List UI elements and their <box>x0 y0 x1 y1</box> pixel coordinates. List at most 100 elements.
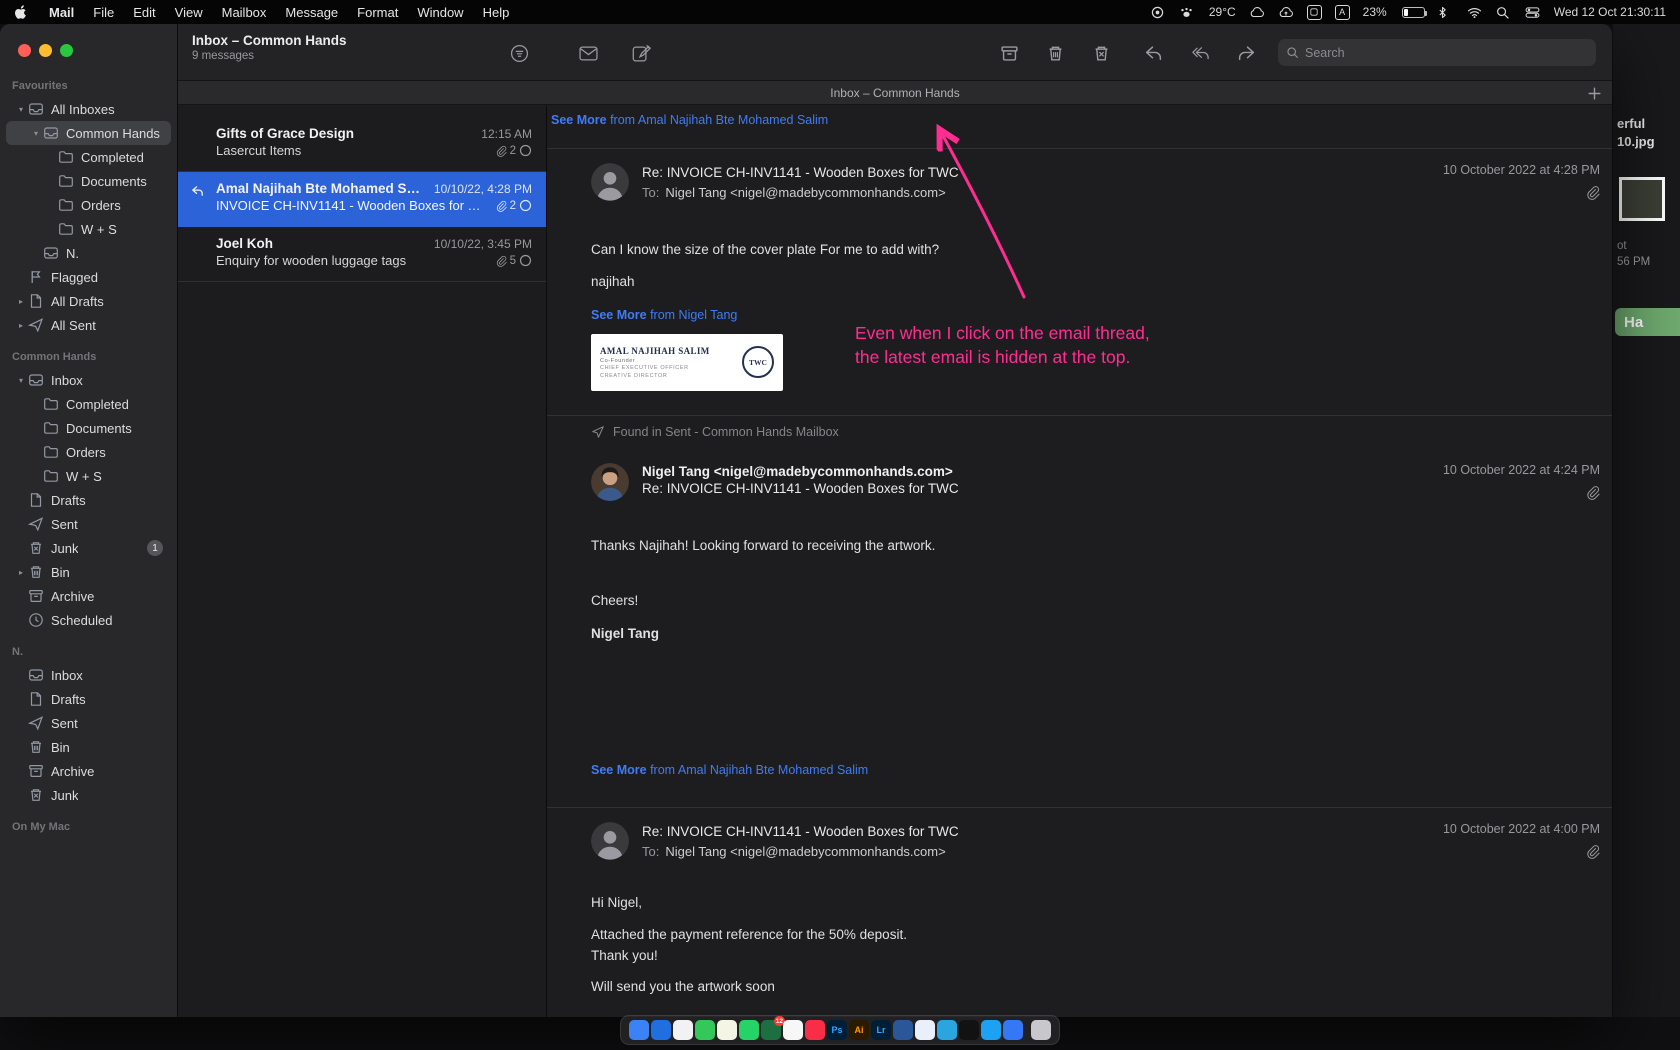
dock-mail-icon[interactable] <box>651 1020 671 1040</box>
input-source-icon[interactable]: A <box>1334 4 1350 20</box>
sidebar-item-drafts[interactable]: Drafts <box>6 488 171 512</box>
spotlight-search-icon[interactable] <box>1496 5 1512 19</box>
sidebar-item-bin[interactable]: Bin <box>6 735 171 759</box>
menu-window[interactable]: Window <box>417 5 463 20</box>
email-signature-image[interactable]: AMAL NAJIHAH SALIM Co-Founder Chief Exec… <box>591 333 783 391</box>
dock-excel-icon[interactable]: 12 <box>761 1016 785 1040</box>
cloud-status-icon[interactable] <box>1249 5 1265 19</box>
menu-mailbox[interactable]: Mailbox <box>222 5 267 20</box>
disclosure-chevron-icon[interactable]: ▸ <box>14 321 28 330</box>
message-item-amal-najihah-bte-mohamed-salim[interactable]: Amal Najihah Bte Mohamed Salim 10/10/22,… <box>178 172 546 227</box>
dock-calendar-icon[interactable] <box>673 1020 693 1040</box>
dock-trash-icon[interactable] <box>1031 1020 1051 1040</box>
disclosure-chevron-icon[interactable]: ▾ <box>14 105 28 114</box>
sidebar-item-inbox[interactable]: ▾ Inbox <box>6 368 171 392</box>
sidebar-item-drafts[interactable]: Drafts <box>6 687 171 711</box>
dock-lightroom-icon[interactable]: Lr <box>871 1020 891 1040</box>
wifi-icon[interactable] <box>1467 5 1483 19</box>
menu-format[interactable]: Format <box>357 5 398 20</box>
menu-edit[interactable]: Edit <box>133 5 155 20</box>
menu-file[interactable]: File <box>93 5 114 20</box>
sidebar-item-sent[interactable]: Sent <box>6 711 171 735</box>
sidebar-item-archive[interactable]: Archive <box>6 584 171 608</box>
sidebar-item-all-inboxes[interactable]: ▾ All Inboxes <box>6 97 171 121</box>
search-field[interactable] <box>1278 39 1596 66</box>
forward-button[interactable] <box>1235 42 1257 64</box>
attachment-paperclip-icon[interactable] <box>1585 844 1600 860</box>
search-input[interactable] <box>1305 45 1588 60</box>
dock-music-icon[interactable] <box>805 1020 825 1040</box>
cloud-upload-status-icon[interactable] <box>1278 5 1294 19</box>
menu-app-name[interactable]: Mail <box>49 5 74 20</box>
message-item-joel-koh[interactable]: Joel Koh 10/10/22, 3:45 PM Enquiry for w… <box>178 227 546 282</box>
zoom-window-button[interactable] <box>60 44 73 57</box>
close-window-button[interactable] <box>18 44 31 57</box>
control-center-icon[interactable] <box>1525 5 1541 19</box>
disclosure-chevron-icon[interactable]: ▾ <box>14 376 28 385</box>
sidebar-item-w-s[interactable]: W + S <box>6 217 171 241</box>
get-mail-button[interactable] <box>577 42 599 64</box>
dock-telegram-icon[interactable] <box>937 1020 957 1040</box>
sidebar-item-common-hands[interactable]: ▾ Common Hands <box>6 121 171 145</box>
dock-illustrator-icon[interactable]: Ai <box>849 1020 869 1040</box>
apple-menu-icon[interactable] <box>14 5 30 19</box>
sidebar-item-all-drafts[interactable]: ▸ All Drafts <box>6 289 171 313</box>
minimize-window-button[interactable] <box>39 44 52 57</box>
menu-clock[interactable]: Wed 12 Oct 21:30:11 <box>1554 5 1666 19</box>
sidebar-item-documents[interactable]: Documents <box>6 416 171 440</box>
sidebar-item-orders[interactable]: Orders <box>6 440 171 464</box>
dock-whatsapp-icon[interactable] <box>739 1020 759 1040</box>
dock-photos-icon[interactable] <box>783 1020 803 1040</box>
sidebar-item-sent[interactable]: Sent <box>6 512 171 536</box>
disclosure-chevron-icon[interactable]: ▸ <box>14 297 28 306</box>
disclosure-chevron-icon[interactable]: ▾ <box>29 129 43 138</box>
sidebar-item-junk[interactable]: Junk 1 <box>6 536 171 560</box>
weather-temperature[interactable]: 29°C <box>1209 5 1236 19</box>
bluetooth-icon[interactable] <box>1438 5 1454 19</box>
dock-notes-icon[interactable] <box>717 1020 737 1040</box>
message-item-gifts-of-grace-design[interactable]: Gifts of Grace Design 12:15 AM Lasercut … <box>178 117 546 172</box>
dock-twitter-icon[interactable] <box>981 1020 1001 1040</box>
see-more-link[interactable]: See More from Nigel Tang <box>591 308 737 322</box>
sidebar-item-n[interactable]: N. <box>6 241 171 265</box>
delete-button[interactable] <box>1044 42 1066 64</box>
see-more-link[interactable]: See More from Amal Najihah Bte Mohamed S… <box>591 763 868 777</box>
dock-photoshop-icon[interactable]: Ps <box>827 1020 847 1040</box>
sidebar-item-w-s[interactable]: W + S <box>6 464 171 488</box>
see-more-link-top[interactable]: See More from Amal Najihah Bte Mohamed S… <box>551 113 828 127</box>
sidebar-item-completed[interactable]: Completed <box>6 392 171 416</box>
menu-view[interactable]: View <box>175 5 203 20</box>
dock-files-icon[interactable] <box>1003 1020 1023 1040</box>
junk-button[interactable] <box>1090 42 1112 64</box>
dock-word-icon[interactable] <box>893 1020 913 1040</box>
reply-all-button[interactable] <box>1189 42 1211 64</box>
archive-button[interactable] <box>998 42 1020 64</box>
tab-inbox-common-hands[interactable]: Inbox – Common Hands <box>830 86 959 100</box>
sidebar-item-archive[interactable]: Archive <box>6 759 171 783</box>
menu-message[interactable]: Message <box>285 5 338 20</box>
disclosure-chevron-icon[interactable]: ▸ <box>14 568 28 577</box>
paw-status-icon[interactable] <box>1180 5 1196 19</box>
record-status-icon[interactable] <box>1151 5 1167 19</box>
filter-button[interactable] <box>508 42 530 64</box>
sidebar-item-inbox[interactable]: Inbox <box>6 663 171 687</box>
sidebar-item-documents[interactable]: Documents <box>6 169 171 193</box>
dock-tiktok-icon[interactable] <box>959 1020 979 1040</box>
sidebar-item-flagged[interactable]: Flagged <box>6 265 171 289</box>
dock-finder-icon[interactable] <box>629 1020 649 1040</box>
sidebar-item-scheduled[interactable]: Scheduled <box>6 608 171 632</box>
attachment-paperclip-icon[interactable] <box>1585 485 1600 500</box>
sidebar-item-all-sent[interactable]: ▸ All Sent <box>6 313 171 337</box>
sidebar-item-junk[interactable]: Junk <box>6 783 171 807</box>
new-tab-button[interactable] <box>1587 86 1602 101</box>
sidebar-item-completed[interactable]: Completed <box>6 145 171 169</box>
menu-help[interactable]: Help <box>483 5 510 20</box>
app-box-status-icon[interactable] <box>1306 4 1322 20</box>
sidebar-item-bin[interactable]: ▸ Bin <box>6 560 171 584</box>
reply-button[interactable] <box>1142 42 1164 64</box>
dock-translate-icon[interactable] <box>915 1020 935 1040</box>
dock-facetime-icon[interactable] <box>695 1020 715 1040</box>
battery-icon[interactable] <box>1401 6 1427 18</box>
attachment-paperclip-icon[interactable] <box>1585 185 1600 200</box>
sidebar-item-orders[interactable]: Orders <box>6 193 171 217</box>
